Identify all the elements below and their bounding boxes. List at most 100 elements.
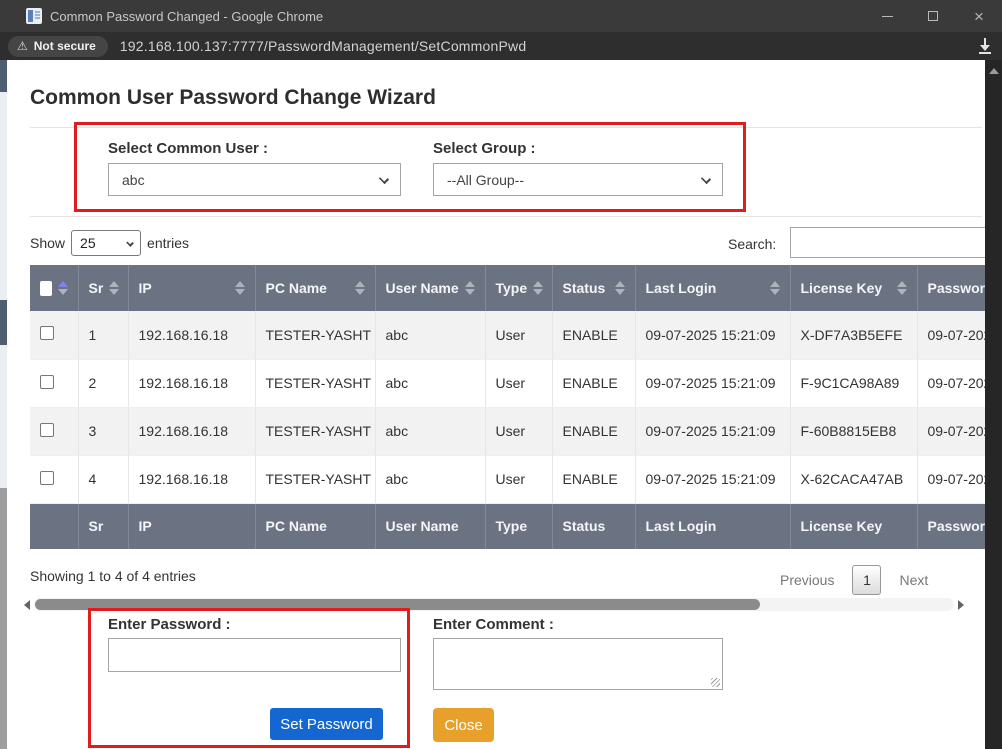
cell-last_login: 09-07-2025 15:21:09 xyxy=(635,311,790,359)
common-user-select[interactable]: abc xyxy=(108,163,401,196)
column-header-type[interactable]: Type xyxy=(485,265,552,311)
sort-icon xyxy=(615,281,625,295)
edge-sliver xyxy=(0,345,7,488)
cell-checkbox xyxy=(30,455,78,503)
sort-icon xyxy=(465,281,475,295)
page-number-button[interactable]: 1 xyxy=(852,565,881,595)
cell-last_login: 09-07-2025 15:21:09 xyxy=(635,359,790,407)
row-checkbox[interactable] xyxy=(40,326,54,340)
close-button[interactable]: × xyxy=(956,0,1002,32)
vertical-scrollbar[interactable] xyxy=(985,60,1002,749)
set-password-button[interactable]: Set Password xyxy=(270,708,383,740)
footer-cell-last_login: Last Login xyxy=(635,503,790,549)
previous-button[interactable]: Previous xyxy=(780,572,834,588)
table-row: 4192.168.16.18TESTER-YASHTabcUserENABLE0… xyxy=(30,455,1002,503)
edge-sliver xyxy=(0,488,7,749)
divider xyxy=(30,216,982,217)
cell-ip: 192.168.16.18 xyxy=(128,407,255,455)
cell-type: User xyxy=(485,311,552,359)
sort-icon xyxy=(533,281,543,295)
column-label: PC Name xyxy=(266,280,327,296)
cell-sr: 2 xyxy=(78,359,128,407)
cell-user_name: abc xyxy=(375,359,485,407)
maximize-icon xyxy=(928,11,938,21)
close-icon: × xyxy=(974,8,984,25)
column-header-ip[interactable]: IP xyxy=(128,265,255,311)
column-header-status[interactable]: Status xyxy=(552,265,635,311)
page-title: Common User Password Change Wizard xyxy=(30,86,436,110)
cell-type: User xyxy=(485,455,552,503)
select-all-checkbox[interactable] xyxy=(40,281,52,296)
minimize-icon xyxy=(882,16,893,17)
column-header-checkbox[interactable] xyxy=(30,265,78,311)
row-checkbox[interactable] xyxy=(40,375,54,389)
cell-user_name: abc xyxy=(375,407,485,455)
comment-textarea[interactable] xyxy=(433,638,723,690)
cell-sr: 1 xyxy=(78,311,128,359)
column-label: Type xyxy=(496,280,528,296)
cell-status: ENABLE xyxy=(552,359,635,407)
chevron-down-icon xyxy=(701,174,711,184)
row-checkbox[interactable] xyxy=(40,471,54,485)
cell-last_login: 09-07-2025 15:21:09 xyxy=(635,455,790,503)
cell-user_name: abc xyxy=(375,455,485,503)
cell-type: User xyxy=(485,407,552,455)
footer-cell-ip: IP xyxy=(128,503,255,549)
cell-status: ENABLE xyxy=(552,455,635,503)
column-label: Last Login xyxy=(646,280,717,296)
cell-license_key: F-9C1CA98A89 xyxy=(790,359,917,407)
edge-sliver xyxy=(0,300,7,345)
edge-sliver xyxy=(0,60,7,92)
column-label: Status xyxy=(563,280,606,296)
browser-window: Common Password Changed - Google Chrome … xyxy=(0,0,1002,749)
scroll-up-icon[interactable] xyxy=(989,68,999,74)
app-favicon-icon xyxy=(26,8,42,24)
row-checkbox[interactable] xyxy=(40,423,54,437)
page-content: Common User Password Change Wizard Selec… xyxy=(0,60,1002,749)
table-body: 1192.168.16.18TESTER-YASHTabcUserENABLE0… xyxy=(30,311,1002,503)
column-header-pc_name[interactable]: PC Name xyxy=(255,265,375,311)
edge-sliver xyxy=(0,92,7,300)
cell-pc_name: TESTER-YASHT xyxy=(255,359,375,407)
column-header-license_key[interactable]: License Key xyxy=(790,265,917,311)
sort-icon xyxy=(109,281,119,295)
chevron-down-icon xyxy=(126,239,134,247)
security-badge[interactable]: ⚠ Not secure xyxy=(8,36,108,57)
footer-cell-pc_name: PC Name xyxy=(255,503,375,549)
scroll-left-icon[interactable] xyxy=(24,600,30,610)
show-label: Show xyxy=(30,235,65,251)
next-button[interactable]: Next xyxy=(899,572,928,588)
security-label: Not secure xyxy=(34,39,96,53)
minimize-button[interactable] xyxy=(864,0,910,32)
footer-cell-license_key: License Key xyxy=(790,503,917,549)
cell-license_key: X-DF7A3B5EFE xyxy=(790,311,917,359)
maximize-button[interactable] xyxy=(910,0,956,32)
cell-license_key: X-62CACA47AB xyxy=(790,455,917,503)
table-row: 1192.168.16.18TESTER-YASHTabcUserENABLE0… xyxy=(30,311,1002,359)
password-label: Enter Password : xyxy=(108,616,231,633)
entries-select[interactable]: 25 xyxy=(71,230,141,256)
cell-sr: 3 xyxy=(78,407,128,455)
cell-checkbox xyxy=(30,359,78,407)
column-header-user_name[interactable]: User Name xyxy=(375,265,485,311)
table-info: Showing 1 to 4 of 4 entries xyxy=(30,568,196,584)
cell-license_key: F-60B8815EB8 xyxy=(790,407,917,455)
column-header-last_login[interactable]: Last Login xyxy=(635,265,790,311)
column-header-sr[interactable]: Sr xyxy=(78,265,128,311)
group-value: --All Group-- xyxy=(434,172,524,188)
table-header: Sr IP PC Name User Name Type Status Last Login… xyxy=(30,265,1002,311)
warning-icon: ⚠ xyxy=(17,40,28,52)
password-input[interactable] xyxy=(108,638,401,672)
table-footer: SrIPPC NameUser NameTypeStatusLast Login… xyxy=(30,503,1002,549)
common-user-label: Select Common User : xyxy=(108,140,268,157)
group-select[interactable]: --All Group-- xyxy=(433,163,723,196)
close-dialog-button[interactable]: Close xyxy=(433,708,494,742)
sort-icon xyxy=(58,281,68,295)
scroll-right-icon[interactable] xyxy=(958,600,964,610)
column-label: License Key xyxy=(801,280,883,296)
search-input[interactable] xyxy=(790,227,1002,258)
download-icon[interactable] xyxy=(976,37,994,55)
resize-grip-icon[interactable] xyxy=(711,678,720,687)
column-label: Sr xyxy=(89,280,104,296)
address-url[interactable]: 192.168.100.137:7777/PasswordManagement/… xyxy=(120,38,527,54)
